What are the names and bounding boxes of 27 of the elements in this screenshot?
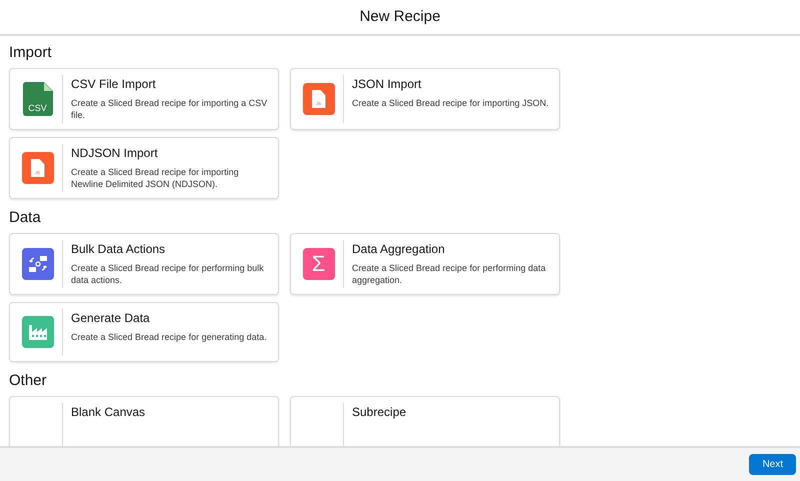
recipe-card[interactable]: CSV CSV File Import Create a Sliced Bread recipe for importing a CSV file. [9,68,279,130]
section-heading: Import [9,44,53,62]
card-title: Generate Data [71,311,151,326]
recipe-card[interactable]: Generate Data Create a Sliced Bread recipe for generating data. [9,302,279,362]
card-title: Subrecipe [352,405,406,420]
card-title: NDJSON Import [71,146,159,161]
recipe-card[interactable]: Blank Canvas [9,396,279,446]
csv-file-icon: CSV [22,82,52,116]
section-heading: Other [9,372,48,390]
card-title: Bulk Data Actions [71,242,166,257]
recipe-card[interactable]: Subrecipe [290,396,560,446]
dialog-title: New Recipe [360,6,440,27]
card-title: JSON Import [352,77,422,92]
next-button[interactable]: Next [749,454,796,475]
card-description: Create a Sliced Bread recipe for importing Newline Delimited JSON (NDJSON). [71,166,240,190]
recipe-card[interactable]: Bulk Data Actions Create a Sliced Bread recipe for performing bulk data actions. [9,233,279,295]
sigma-icon: Σ [302,248,334,280]
card-description: Create a Sliced Bread recipe for importing a CSV file. [71,97,268,121]
card-description: Create a Sliced Bread recipe for generating data. [71,331,267,343]
card-description: Create a Sliced Bread recipe for performing data aggregation. [352,262,547,286]
card-description: Create a Sliced Bread recipe for performing bulk data actions. [71,262,265,286]
card-title: Blank Canvas [71,405,146,420]
section-heading: Data [9,209,42,227]
card-title: CSV File Import [71,77,157,92]
recipe-card[interactable]: Σ Data Aggregation Create a Sliced Bread recipe for performing data aggregation. [290,233,560,295]
card-description: Create a Sliced Bread recipe for importing JSON. [352,97,549,109]
card-title: Data Aggregation [352,242,446,257]
